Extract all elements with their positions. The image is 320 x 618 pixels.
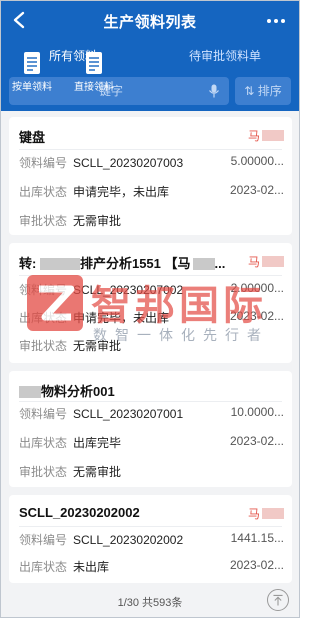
row-label: 领料编号 <box>19 407 68 421</box>
row-value: 申请完毕，未出库 <box>73 311 170 325</box>
row-value: SCLL_20230207001 <box>73 407 184 421</box>
direct-pick-label: 直接领料 <box>74 82 114 93</box>
row-label: 审批状态 <box>19 214 68 228</box>
sort-label: 排序 <box>257 84 282 98</box>
card-title: SCLL_20230202002 <box>19 505 140 520</box>
row-value: SCLL_20230202002 <box>73 533 184 547</box>
redacted-block <box>39 258 80 270</box>
back-to-top-icon[interactable] <box>267 589 289 611</box>
card-divider <box>19 401 282 402</box>
row-value: 无需审批 <box>73 465 122 479</box>
order-pick-label: 按单领料 <box>12 82 52 93</box>
row-right-value: 2023-02... <box>229 434 284 448</box>
card-person: 马 <box>248 253 284 270</box>
order-pick-button[interactable]: 按单领料 <box>9 51 55 101</box>
sort-button[interactable]: ⇅ 排序 <box>235 77 291 105</box>
row-right-value: 1441.15... <box>230 531 284 545</box>
card-row: 领料编号 SCLL_20230202002 1441.15... <box>19 531 284 548</box>
row-label: 领料编号 <box>19 283 68 297</box>
card-person: 马 <box>248 127 284 144</box>
app-frame: 生产领料列表 所有领料 待审批领料单 键字 ⇅ 排序 按单领料 直接领料 键盘 … <box>0 0 300 618</box>
list-item[interactable]: 转: 排产分析1551 【马... 马 领料编号 SCLL_20230207002… <box>9 243 292 363</box>
card-row: 出库状态 申请完毕，未出库 2023-02... <box>19 309 284 326</box>
card-row: 审批状态 无需审批 <box>19 463 284 480</box>
row-label: 出库状态 <box>19 311 68 325</box>
tab-pending-approval[interactable]: 待审批领料单 <box>189 47 261 64</box>
card-row: 审批状态 无需审批 <box>19 337 284 354</box>
row-right-value: 10.0000... <box>230 405 284 419</box>
row-label: 领料编号 <box>19 156 68 170</box>
row-label: 领料编号 <box>19 533 68 547</box>
list-item[interactable]: 键盘 马 领料编号 SCLL_20230207003 5.00000... 出库状… <box>9 117 292 235</box>
row-right-value: 2.00000... <box>230 281 284 295</box>
row-value: 申请完毕，未出库 <box>73 185 170 199</box>
row-value: 出库完毕 <box>73 436 122 450</box>
redacted-block <box>262 508 284 519</box>
person-name: 马 <box>247 129 260 143</box>
person-name: 马 <box>247 255 260 269</box>
document-list-icon <box>86 52 102 74</box>
person-name: 马 <box>247 507 260 521</box>
sort-arrows-icon: ⇅ <box>244 84 255 98</box>
card-person: 马 <box>248 505 284 522</box>
card-title-ellipsis: ... <box>214 256 226 271</box>
document-list-icon <box>24 52 40 74</box>
card-title-text: 排产分析1551 【马 <box>79 256 191 271</box>
row-label: 审批状态 <box>19 339 68 353</box>
redacted-block <box>262 256 284 267</box>
card-row: 出库状态 出库完毕 2023-02... <box>19 434 284 451</box>
pagination-footer: 1/30 共593条 <box>1 585 299 617</box>
card-title: 转: 排产分析1551 【马... <box>19 253 225 272</box>
card-divider <box>19 275 282 276</box>
card-divider <box>19 526 282 527</box>
page-info: 1/30 共593条 <box>117 597 183 609</box>
page-title: 生产领料列表 <box>103 14 197 31</box>
redacted-block <box>192 258 215 270</box>
row-value: 无需审批 <box>73 214 122 228</box>
row-value: SCLL_20230207003 <box>73 156 184 170</box>
row-value: 无需审批 <box>73 339 122 353</box>
card-title-prefix: 转: <box>19 256 37 271</box>
card-title: 键盘 <box>19 130 46 145</box>
row-value: 未出库 <box>73 560 110 574</box>
row-right-value: 2023-02... <box>229 309 284 323</box>
direct-pick-button[interactable]: 直接领料 <box>71 51 117 101</box>
row-value: SCLL_20230207002 <box>73 283 184 297</box>
card-row: 出库状态 申请完毕，未出库 2023-02... <box>19 183 284 200</box>
row-label: 出库状态 <box>19 185 68 199</box>
card-row: 领料编号 SCLL_20230207002 2.00000... <box>19 281 284 298</box>
card-title-text: 物料分析001 <box>41 384 115 399</box>
app-header: 生产领料列表 <box>1 1 299 41</box>
redacted-block <box>262 130 284 141</box>
list-item[interactable]: SCLL_20230202002 马 领料编号 SCLL_20230202002 … <box>9 495 292 583</box>
card-title: 物料分析001 <box>19 381 115 400</box>
row-right-value: 2023-02... <box>229 558 284 572</box>
row-label: 审批状态 <box>19 465 68 479</box>
row-label: 出库状态 <box>19 436 68 450</box>
card-row: 出库状态 未出库 2023-02... <box>19 558 284 575</box>
microphone-icon[interactable] <box>208 84 220 98</box>
row-right-value: 5.00000... <box>230 154 284 168</box>
card-divider <box>19 149 282 150</box>
card-row: 领料编号 SCLL_20230207001 10.0000... <box>19 405 284 422</box>
more-dots-icon[interactable] <box>265 11 287 31</box>
row-right-value: 2023-02... <box>229 183 284 197</box>
redacted-block <box>19 386 41 398</box>
row-label: 出库状态 <box>19 560 68 574</box>
card-row: 审批状态 无需审批 <box>19 212 284 229</box>
list-item[interactable]: 物料分析001 领料编号 SCLL_20230207001 10.0000... … <box>9 371 292 487</box>
card-row: 领料编号 SCLL_20230207003 5.00000... <box>19 154 284 171</box>
